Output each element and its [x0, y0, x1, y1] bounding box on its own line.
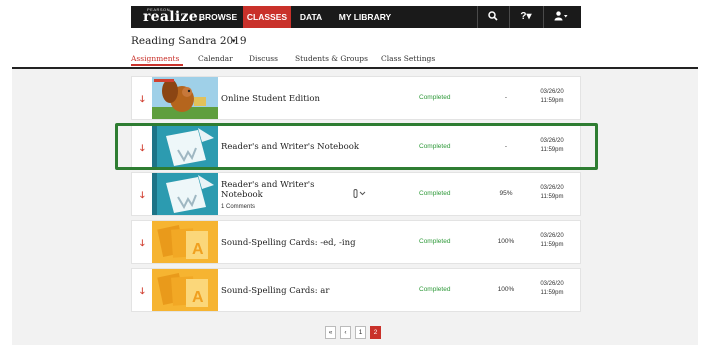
score-text: -	[504, 94, 508, 101]
status-text: Completed	[419, 238, 451, 245]
cards-thumbnail: A	[152, 221, 218, 263]
svg-text:A: A	[192, 289, 204, 306]
status-text: Completed	[419, 286, 451, 293]
svg-text:A: A	[192, 241, 204, 258]
due-date: 03/26/20 11:59pm	[530, 184, 574, 202]
page-1-button[interactable]: 1	[355, 326, 366, 339]
due-date: 03/26/20 11:59pm	[530, 88, 574, 106]
score-text: 95%	[499, 190, 513, 197]
score-text: 100%	[497, 238, 515, 245]
arrow-down-icon: 🡓	[140, 190, 145, 200]
due-time-value: 11:59pm	[540, 194, 564, 200]
due-date-value: 03/26/20	[540, 281, 564, 287]
class-dropdown-chevron-icon[interactable]: ▾	[232, 37, 236, 45]
help-menu-icon[interactable]: ?▾	[510, 6, 542, 28]
due-date-value: 03/26/20	[540, 185, 564, 191]
due-date: 03/26/20 11:59pm	[530, 232, 574, 250]
nav-data[interactable]: DATA	[295, 6, 327, 28]
tab-students-groups[interactable]: Students & Groups	[295, 54, 368, 63]
assignment-row[interactable]: 🡓 A Sound-Spelling Cards: ar Completed 1…	[131, 268, 581, 312]
assignment-title-line: Reader's and Writer's	[221, 180, 315, 190]
first-page-button[interactable]: «	[325, 326, 336, 339]
previous-page-button[interactable]: ‹	[340, 326, 351, 339]
arrow-down-icon: 🡓	[140, 238, 145, 248]
assignment-row[interactable]: 🡓 Online Student Edition Completed - 03/…	[131, 76, 581, 120]
comments-count[interactable]: 1 Comments	[221, 204, 255, 210]
tab-calendar[interactable]: Calendar	[198, 54, 233, 63]
arrow-down-icon: 🡓	[140, 286, 145, 296]
assignment-row[interactable]: 🡓 Reader's and Writer's Notebook 1 Comme…	[131, 172, 581, 216]
due-date-value: 03/26/20	[540, 233, 564, 239]
brand-text: realize.	[143, 9, 204, 25]
highlight-box	[115, 123, 598, 170]
tab-discuss[interactable]: Discuss	[249, 54, 278, 63]
due-date-value: 03/26/20	[540, 89, 564, 95]
squirrel-thumbnail	[152, 77, 218, 119]
user-menu-icon[interactable]	[544, 6, 578, 28]
nav-my-library[interactable]: MY LIBRARY	[333, 6, 397, 28]
due-date: 03/26/20 11:59pm	[530, 280, 574, 298]
page-2-button[interactable]: 2	[370, 326, 381, 339]
assignment-row[interactable]: 🡓 A Sound-Spelling Cards: -ed, -ing Comp…	[131, 220, 581, 264]
assignment-title[interactable]: Sound-Spelling Cards: ar	[221, 286, 329, 296]
due-time-value: 11:59pm	[540, 242, 564, 248]
active-tab-indicator	[131, 64, 183, 66]
search-icon[interactable]	[478, 6, 508, 28]
class-title[interactable]: Reading Sandra 2019	[131, 35, 247, 47]
due-time-value: 11:59pm	[540, 290, 564, 296]
nav-classes[interactable]: CLASSES	[243, 6, 291, 28]
due-time-value: 11:59pm	[540, 98, 564, 104]
cards-thumbnail: A	[152, 269, 218, 311]
tab-class-settings[interactable]: Class Settings	[381, 54, 435, 63]
assignment-title[interactable]: Reader's and Writer's Notebook	[221, 180, 314, 200]
top-nav-bar: PEARSON realize. BROWSE CLASSES DATA MY …	[131, 6, 581, 28]
assignment-title-line: Notebook	[221, 190, 263, 200]
status-text: Completed	[419, 190, 451, 197]
assignment-title[interactable]: Sound-Spelling Cards: -ed, -ing	[221, 238, 356, 248]
arrow-down-icon: 🡓	[140, 94, 145, 104]
nav-browse[interactable]: BROWSE	[196, 6, 240, 28]
tab-assignments[interactable]: Assignments	[131, 54, 179, 63]
assignment-title[interactable]: Online Student Edition	[221, 94, 320, 104]
score-text: 100%	[497, 286, 515, 293]
attachment-dropdown-icon[interactable]	[353, 189, 367, 200]
notebook-thumbnail	[152, 173, 218, 215]
status-text: Completed	[419, 94, 451, 101]
